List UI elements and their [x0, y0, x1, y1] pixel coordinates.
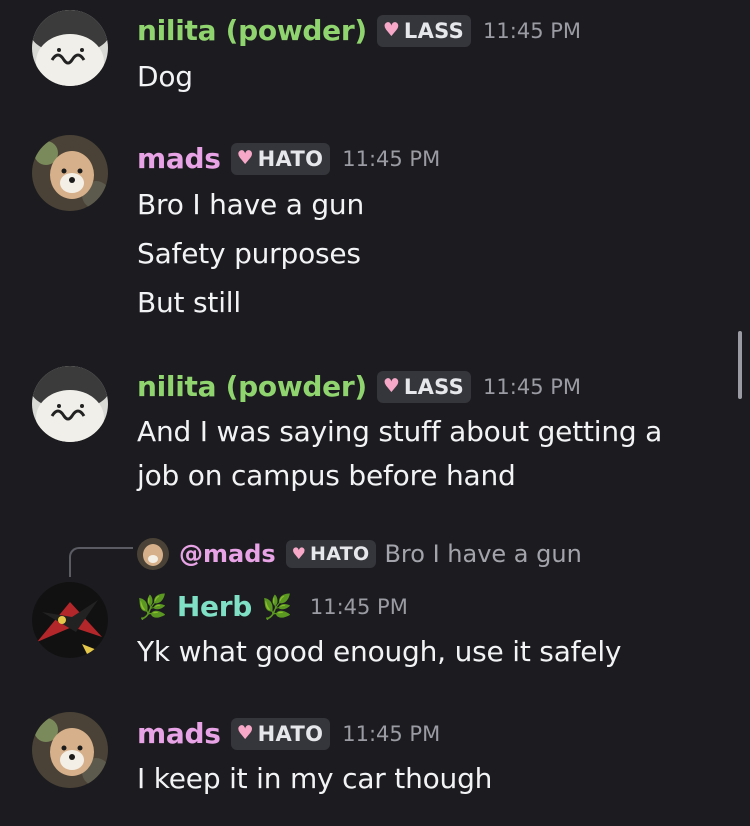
reply-role-tag: ♥ HATO: [285, 540, 377, 568]
role-tag[interactable]: ♥ LASS: [376, 370, 472, 403]
message-line: And I was saying stuff about getting a: [137, 415, 663, 448]
message-line: Bro I have a gun: [137, 188, 365, 221]
heart-icon: ♥: [236, 147, 254, 169]
heart-icon: ♥: [291, 544, 307, 563]
avatar-mads[interactable]: [32, 135, 108, 211]
reply-avatar-mads: [137, 538, 169, 570]
role-tag[interactable]: ♥ LASS: [376, 14, 472, 47]
role-tag-label: HATO: [310, 543, 370, 565]
role-tag-label: HATO: [257, 146, 324, 171]
username[interactable]: mads: [137, 142, 221, 175]
timestamp: 11:45 PM: [342, 146, 441, 171]
scrollbar-thumb[interactable]: [738, 331, 742, 399]
reply-mention[interactable]: @mads: [179, 540, 276, 568]
username[interactable]: nilita (powder): [137, 370, 367, 403]
avatar-nilita[interactable]: [32, 366, 108, 442]
message-line: Dog: [137, 60, 193, 93]
avatar-herb[interactable]: [32, 582, 108, 658]
heart-icon: ♥: [236, 722, 254, 744]
message-line: I keep it in my car though: [137, 762, 493, 795]
role-tag-label: LASS: [403, 18, 465, 43]
username[interactable]: nilita (powder): [137, 14, 367, 47]
message-line: But still: [137, 286, 241, 319]
reply-text: Bro I have a gun: [384, 540, 582, 568]
avatar-mads[interactable]: [32, 712, 108, 788]
timestamp: 11:45 PM: [342, 721, 441, 746]
avatar-nilita[interactable]: [32, 10, 108, 86]
username[interactable]: Herb: [177, 590, 252, 623]
timestamp: 11:45 PM: [483, 18, 582, 43]
timestamp: 11:45 PM: [483, 374, 582, 399]
heart-icon: ♥: [382, 375, 400, 397]
role-tag-label: LASS: [403, 374, 465, 399]
role-tag[interactable]: ♥ HATO: [230, 142, 331, 175]
message-line: Safety purposes: [137, 237, 361, 270]
role-tag-label: HATO: [257, 721, 324, 746]
reply-preview[interactable]: @mads ♥ HATO Bro I have a gun: [137, 538, 582, 570]
heart-icon: ♥: [382, 19, 400, 41]
leaf-icon: 🌿: [261, 592, 292, 621]
message-line: Yk what good enough, use it safely: [137, 635, 622, 668]
reply-connector: [69, 547, 133, 577]
leaf-icon: 🌿: [137, 592, 167, 621]
role-tag[interactable]: ♥ HATO: [230, 717, 331, 750]
username[interactable]: mads: [137, 717, 221, 750]
timestamp: 11:45 PM: [309, 594, 408, 619]
message-line: job on campus before hand: [137, 459, 516, 492]
